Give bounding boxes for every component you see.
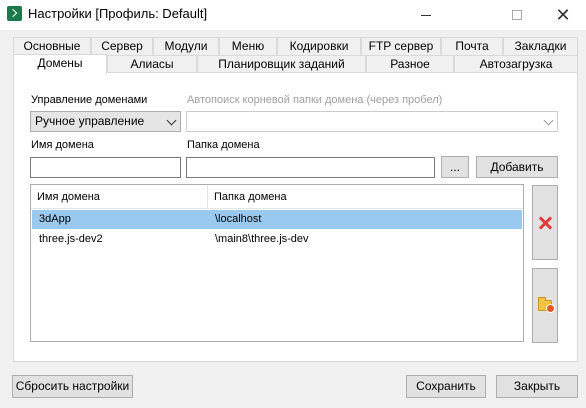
tab-zakladki[interactable]: Закладки xyxy=(503,37,578,55)
chevron-down-icon xyxy=(166,115,177,126)
close-icon: ✕ xyxy=(555,5,571,25)
minimize-icon xyxy=(421,14,431,16)
delete-domain-button[interactable] xyxy=(532,185,558,260)
tab-avtozagruzka[interactable]: Автозагрузка xyxy=(454,55,578,73)
tab-planirovshchik[interactable]: Планировщик заданий xyxy=(197,55,366,73)
table-row[interactable]: 3dApp \localhost xyxy=(32,210,522,229)
cell-domain-name: 3dApp xyxy=(39,213,71,225)
reset-settings-button[interactable]: Сбросить настройки xyxy=(12,375,133,398)
cell-domain-name: three.js-dev2 xyxy=(39,233,103,245)
close-button[interactable]: Закрыть xyxy=(496,375,578,398)
domain-name-label: Имя домена xyxy=(31,139,94,151)
minimize-button[interactable] xyxy=(403,0,449,30)
maximize-button[interactable] xyxy=(494,0,540,30)
column-header-domain-folder[interactable]: Папка домена xyxy=(208,185,525,209)
tab-raznoe[interactable]: Разное xyxy=(366,55,454,73)
domain-folder-label: Папка домена xyxy=(187,139,260,151)
chevron-down-icon xyxy=(543,115,554,126)
title-bar[interactable]: Настройки [Профиль: Default] ✕ xyxy=(0,0,586,30)
tab-pochta[interactable]: Почта xyxy=(441,37,503,55)
folder-add-icon xyxy=(538,297,555,313)
domain-management-value: Ручное управление xyxy=(35,114,145,128)
maximize-icon xyxy=(512,10,522,20)
autosearch-select[interactable] xyxy=(186,111,558,132)
tab-moduli[interactable]: Модули xyxy=(153,37,219,55)
domain-name-input[interactable] xyxy=(30,157,181,178)
tab-server[interactable]: Сервер xyxy=(91,37,153,55)
domain-folder-input[interactable] xyxy=(186,157,435,178)
delete-icon xyxy=(538,216,552,230)
browse-folder-button[interactable]: ... xyxy=(441,156,469,178)
window-title: Настройки [Профиль: Default] xyxy=(28,6,208,21)
column-header-domain-name[interactable]: Имя домена xyxy=(31,185,208,209)
tab-domeny[interactable]: Домены xyxy=(13,54,107,74)
add-domain-button[interactable]: Добавить xyxy=(476,156,558,178)
tab-osnovnye[interactable]: Основные xyxy=(13,37,91,55)
table-header: Имя домена Папка домена xyxy=(31,185,523,209)
domain-management-select[interactable]: Ручное управление xyxy=(30,111,181,132)
cell-domain-folder: \localhost xyxy=(215,213,262,225)
cell-domain-folder: \main8\three.js-dev xyxy=(215,233,309,245)
add-folder-button[interactable] xyxy=(532,268,558,343)
domains-table[interactable]: Имя домена Папка домена 3dApp \localhost… xyxy=(30,184,524,342)
autosearch-label: Автопоиск корневой папки домена (через п… xyxy=(187,94,443,106)
tab-kodirovki[interactable]: Кодировки xyxy=(277,37,361,55)
close-window-button[interactable]: ✕ xyxy=(540,0,586,30)
tab-menu[interactable]: Меню xyxy=(219,37,277,55)
tab-ftp-server[interactable]: FTP сервер xyxy=(361,37,441,55)
domain-management-label: Управление доменами xyxy=(31,94,148,106)
tab-aliasy[interactable]: Алиасы xyxy=(107,55,197,73)
table-row[interactable]: three.js-dev2 \main8\three.js-dev xyxy=(32,230,522,249)
save-button[interactable]: Сохранить xyxy=(406,375,486,398)
app-terminal-icon xyxy=(7,6,22,21)
